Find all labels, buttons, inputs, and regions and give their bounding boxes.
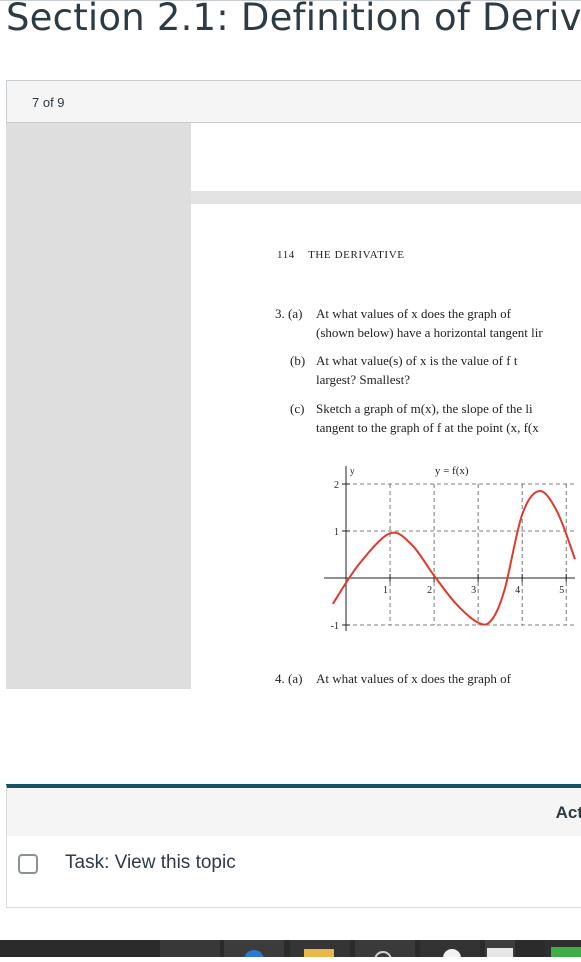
document-pager: 7 of 9	[6, 80, 581, 123]
x-tick-label: 5	[559, 585, 564, 596]
problem-3a-line1: At what values of x does the graph of	[316, 306, 511, 321]
x-tick-label: 1	[383, 585, 388, 596]
task-checkbox[interactable]	[18, 854, 38, 874]
taskbar-app-icon[interactable]	[485, 940, 515, 957]
x-tick-label: 4	[515, 585, 520, 596]
x-tick-label: 3	[471, 585, 476, 596]
taskbar-folder-icon[interactable]	[290, 940, 350, 959]
y-tick-label: 1	[334, 527, 339, 538]
page-number: 114	[277, 249, 295, 261]
problem-3b-label: (b)	[290, 353, 306, 368]
chart-title: y = f(x)	[435, 465, 469, 477]
y-axis-label: y	[350, 466, 355, 476]
chart-svg: 2 1 -1 1 2 3 4 5 y y = f(x)	[324, 465, 576, 632]
chapter-title: THE DERIVATIVE	[308, 249, 405, 261]
activity-header-label: Act	[555, 803, 581, 822]
running-head: 114 THE DERIVATIVE	[277, 249, 405, 261]
os-taskbar	[0, 940, 581, 962]
problem-4a-label: 4. (a)	[275, 671, 303, 686]
activity-section: Act Task: View this topic	[6, 784, 581, 908]
taskbar-app-icon[interactable]	[420, 940, 480, 962]
previous-page	[191, 123, 581, 191]
x-tick-label: 2	[427, 585, 432, 596]
task-label[interactable]: Task: View this topic	[65, 852, 236, 874]
y-tick-label: -1	[331, 621, 339, 632]
problem-3a-line2: (shown below) have a horizontal tangent …	[316, 325, 543, 340]
problem-3a-label: 3. (a)	[275, 306, 303, 321]
series-line	[331, 490, 576, 626]
taskbar-app-icon[interactable]	[160, 940, 220, 957]
taskbar-app-icon[interactable]	[545, 940, 581, 957]
problem-3b-line1: At what value(s) of x is the value of f …	[316, 353, 518, 368]
taskbar-app-icon[interactable]	[224, 940, 284, 962]
page-title: Section 2.1: Definition of Deriv	[6, 0, 581, 39]
graph-of-f: 2 1 -1 1 2 3 4 5 y y = f(x)	[296, 458, 581, 638]
page-counter: 7 of 9	[32, 95, 65, 110]
problem-4a-line1: At what values of x does the graph of	[316, 671, 511, 686]
problem-3c-line2: tangent to the graph of f at the point (…	[316, 420, 539, 435]
problem-3b-line2: largest? Smallest?	[316, 372, 410, 387]
problem-3c-label: (c)	[290, 401, 305, 416]
thumbnail-panel[interactable]	[6, 123, 191, 689]
problem-3c-line1: Sketch a graph of m(x), the slope of the…	[316, 401, 533, 416]
activity-header: Act	[7, 788, 581, 836]
y-tick-label: 2	[334, 480, 339, 491]
taskbar-browser-icon[interactable]	[355, 940, 415, 962]
